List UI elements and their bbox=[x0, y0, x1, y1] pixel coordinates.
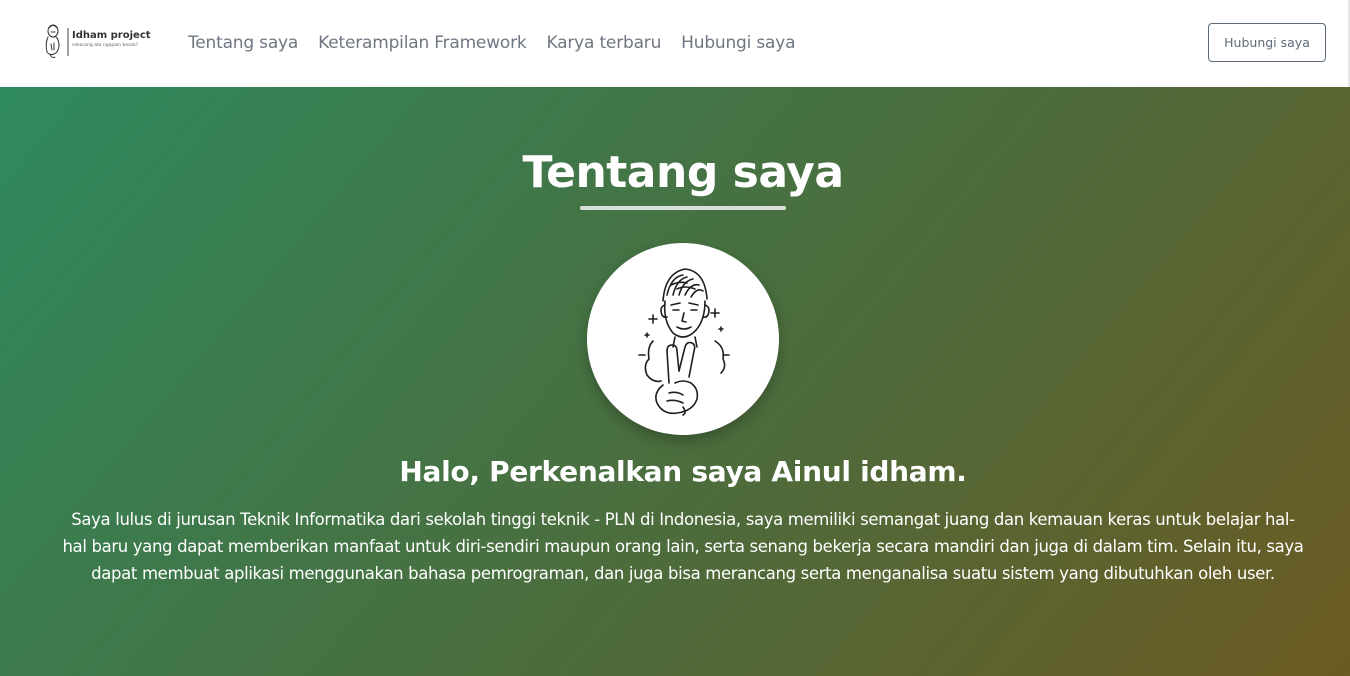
nav-link-keterampilan-framework[interactable]: Keterampilan Framework bbox=[318, 33, 527, 53]
greeting-heading: Halo, Perkenalkan saya Ainul idham. bbox=[399, 455, 967, 488]
nav-link-hubungi-saya[interactable]: Hubungi saya bbox=[681, 33, 795, 53]
nav-link-tentang-saya[interactable]: Tentang saya bbox=[188, 33, 298, 53]
peace-sign-portrait-icon bbox=[638, 268, 730, 416]
nav-link-karya-terbaru[interactable]: Karya terbaru bbox=[547, 33, 662, 53]
brand-logo[interactable]: Idham project sekarang ato ngapain besok… bbox=[42, 22, 152, 62]
bio-paragraph: Saya lulus di jurusan Teknik Informatika… bbox=[62, 510, 1304, 583]
avatar bbox=[587, 243, 779, 435]
nav-menu: Tentang saya Keterampilan Framework Kary… bbox=[188, 33, 815, 53]
brand-tagline: sekarang ato ngapain besok? bbox=[72, 43, 139, 48]
page: Idham project sekarang ato ngapain besok… bbox=[0, 0, 1350, 676]
about-section: Tentang saya Halo, Perkenalkan saya Ainu… bbox=[0, 87, 1350, 676]
title-underline bbox=[580, 206, 786, 210]
contact-button[interactable]: Hubungi saya bbox=[1208, 23, 1326, 62]
person-sketch-icon bbox=[45, 24, 69, 59]
navbar: Idham project sekarang ato ngapain besok… bbox=[0, 0, 1350, 87]
section-title: Tentang saya bbox=[522, 147, 844, 198]
brand-name: Idham project bbox=[72, 30, 151, 41]
